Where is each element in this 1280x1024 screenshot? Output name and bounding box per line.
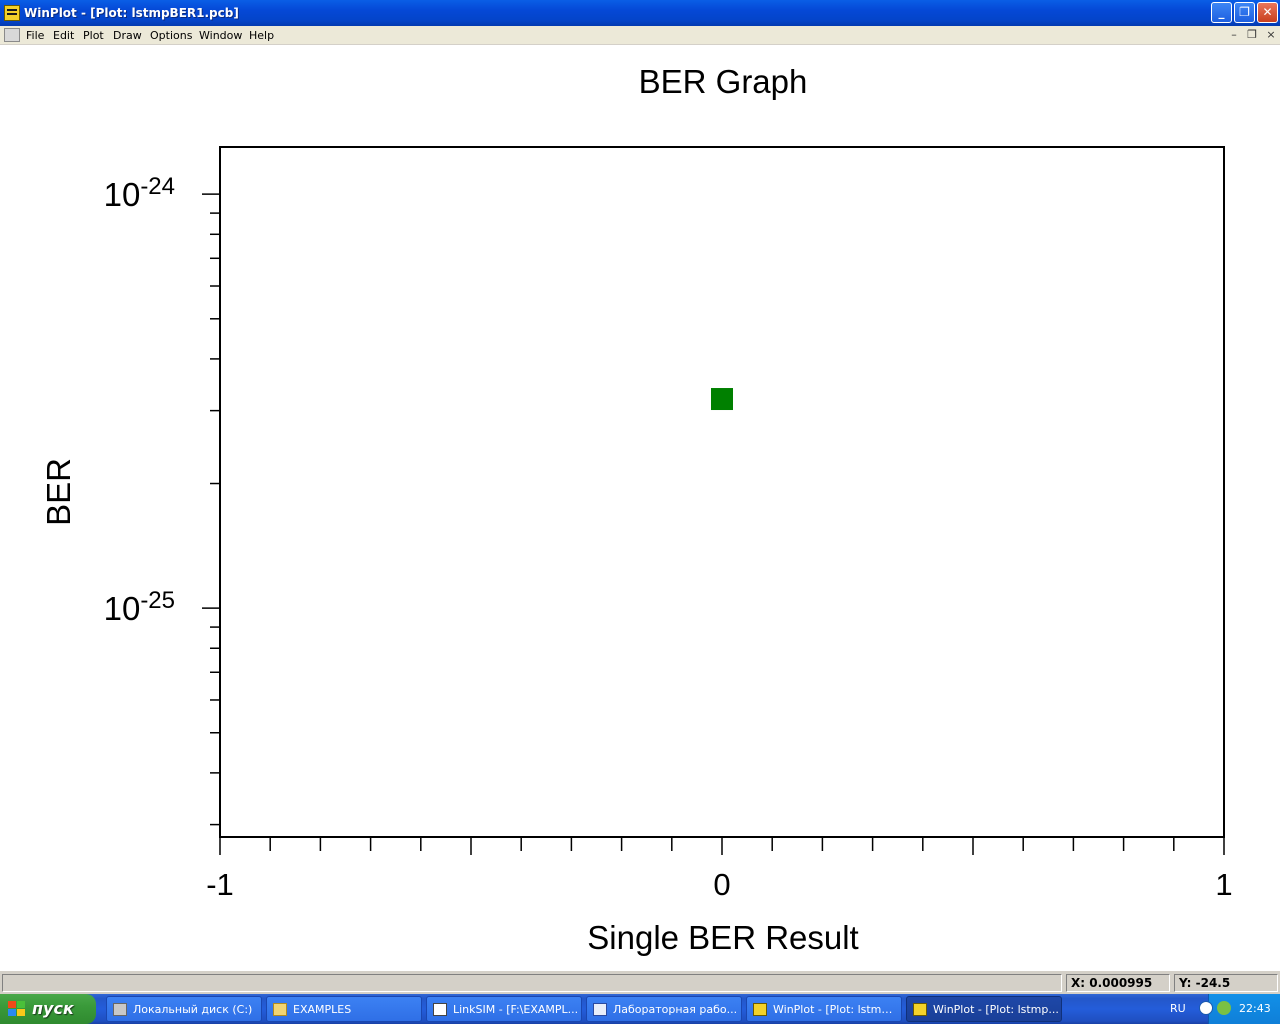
language-indicator[interactable]: RU [1170, 1002, 1186, 1015]
window-title-bar[interactable]: WinPlot - [Plot: lstmpBER1.pcb] _ ❐ ✕ [0, 0, 1280, 26]
windows-logo-icon [8, 1001, 26, 1017]
mdi-restore-button[interactable]: ❐ [1244, 29, 1260, 43]
plot-area[interactable]: BER Graph -1 0 1 10-24 10-25 Single BER Res… [0, 45, 1280, 970]
status-message-pane [2, 974, 1062, 992]
y-tick-label: 10-24 [104, 173, 175, 213]
restore-button[interactable]: ❐ [1234, 2, 1255, 23]
menu-file[interactable]: File [26, 29, 44, 42]
menu-plot[interactable]: Plot [83, 29, 104, 42]
x-axis-tick-labels: -1 0 1 [206, 867, 1232, 902]
task-label: Лабораторная рабо... [613, 1003, 738, 1016]
system-tray: 22:43 [1199, 994, 1280, 1024]
taskbar: пуск Локальный диск (C:) EXAMPLES LinkSI… [0, 994, 1280, 1024]
x-axis-label: Single BER Result [587, 919, 858, 956]
mdi-close-button[interactable]: × [1263, 29, 1279, 43]
document-icon[interactable] [4, 28, 20, 42]
y-coordinate-readout: Y: -24.5 [1174, 974, 1278, 992]
winplot-app-icon[interactable] [4, 5, 20, 21]
network-icon[interactable] [1217, 1001, 1231, 1015]
y-axis-ticks [202, 193, 220, 826]
taskbar-item-winplot-1[interactable]: WinPlot - [Plot: lstmpr... [746, 996, 902, 1022]
data-point-marker [711, 388, 733, 411]
taskbar-item-winplot-2[interactable]: WinPlot - [Plot: lstmp... [906, 996, 1062, 1022]
taskbar-item-examples[interactable]: EXAMPLES [266, 996, 422, 1022]
folder-icon [273, 1003, 287, 1016]
plot-frame [219, 146, 1225, 838]
menu-edit[interactable]: Edit [53, 29, 74, 42]
status-bar: X: 0.000995 Y: -24.5 [0, 970, 1280, 994]
taskbar-item-local-disk[interactable]: Локальный диск (C:) [106, 996, 262, 1022]
drive-icon [113, 1003, 127, 1016]
word-doc-icon [593, 1003, 607, 1016]
winplot-icon [753, 1003, 767, 1016]
clock[interactable]: 22:43 [1239, 1002, 1271, 1015]
ber-chart: BER Graph -1 0 1 10-24 10-25 Single BER Res… [40, 63, 1233, 956]
menu-draw[interactable]: Draw [113, 29, 142, 42]
task-label: WinPlot - [Plot: lstmp... [933, 1003, 1059, 1016]
menu-help[interactable]: Help [249, 29, 274, 42]
menu-window[interactable]: Window [199, 29, 242, 42]
start-button[interactable]: пуск [0, 994, 96, 1024]
x-tick-label: -1 [206, 867, 234, 902]
x-coordinate-readout: X: 0.000995 [1066, 974, 1170, 992]
task-label: WinPlot - [Plot: lstmpr... [773, 1003, 899, 1016]
x-axis-ticks [219, 837, 1225, 855]
y-tick-label: 10-25 [104, 587, 175, 627]
minimize-button[interactable]: _ [1211, 2, 1232, 23]
chart-title: BER Graph [639, 63, 808, 100]
window-icon [433, 1003, 447, 1016]
taskbar-item-lab-document[interactable]: Лабораторная рабо... [586, 996, 742, 1022]
menu-options[interactable]: Options [150, 29, 192, 42]
task-label: LinkSIM - [F:\EXAMPL... [453, 1003, 579, 1016]
tray-expand-icon[interactable] [1199, 1001, 1213, 1015]
y-axis-tick-labels: 10-24 10-25 [104, 173, 175, 627]
data-points [711, 388, 733, 411]
menu-bar: File Edit Plot Draw Options Window Help … [0, 26, 1280, 45]
taskbar-item-linksim[interactable]: LinkSIM - [F:\EXAMPL... [426, 996, 582, 1022]
mdi-minimize-button[interactable]: – [1226, 29, 1242, 43]
start-label: пуск [32, 999, 74, 1018]
y-axis-label: BER [40, 458, 77, 526]
task-label: EXAMPLES [293, 1003, 352, 1016]
task-label: Локальный диск (C:) [133, 1003, 253, 1016]
winplot-icon [913, 1003, 927, 1016]
x-tick-label: 1 [1215, 867, 1232, 902]
close-button[interactable]: ✕ [1257, 2, 1278, 23]
x-tick-label: 0 [713, 867, 730, 902]
window-title: WinPlot - [Plot: lstmpBER1.pcb] [24, 6, 239, 20]
